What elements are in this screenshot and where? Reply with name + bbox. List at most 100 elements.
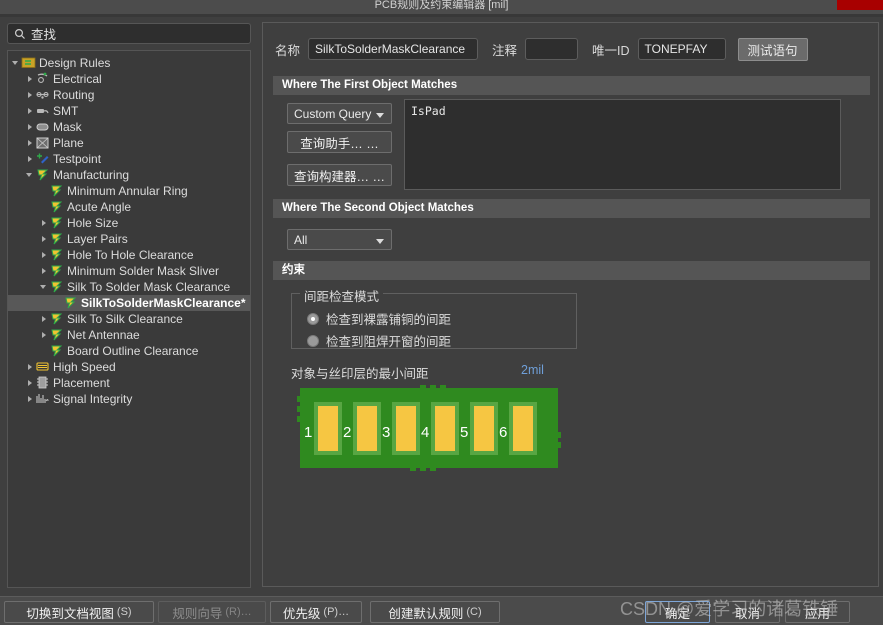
chevron-right-icon[interactable]: [26, 151, 35, 167]
tree-item[interactable]: Design Rules: [8, 55, 250, 71]
tree-item[interactable]: Manufacturing: [8, 167, 250, 183]
signal-integrity-icon: [35, 391, 50, 407]
chevron-right-icon[interactable]: [40, 215, 49, 231]
name-field[interactable]: SilkToSolderMaskClearance: [308, 38, 478, 60]
rule-identity-row: 名称 SilkToSolderMaskClearance 注释 唯一ID TON…: [275, 37, 869, 61]
radio-check-bare-copper-label: 检查到裸露铺铜的间距: [326, 309, 451, 328]
min-clearance-value[interactable]: 2mil: [521, 363, 544, 377]
tree-item[interactable]: Layer Pairs: [8, 231, 250, 247]
electrical-icon: [35, 71, 50, 87]
search-input[interactable]: 查找: [7, 23, 251, 44]
chevron-right-icon[interactable]: [40, 327, 49, 343]
chevron-right-icon[interactable]: [26, 119, 35, 135]
close-icon[interactable]: [837, 0, 883, 10]
tree-spacer: [40, 183, 49, 199]
tree-item[interactable]: Acute Angle: [8, 199, 250, 215]
tree-item[interactable]: Minimum Annular Ring: [8, 183, 250, 199]
footer-button[interactable]: 优先级(P)…: [270, 601, 362, 623]
chevron-right-icon[interactable]: [26, 71, 35, 87]
pcb-pad-label: 6: [499, 424, 507, 441]
design-rules-tree[interactable]: Design RulesElectricalRoutingSMTMaskPlan…: [7, 50, 251, 588]
tree-item[interactable]: SilkToSolderMaskClearance*: [8, 295, 250, 311]
tree-item[interactable]: Silk To Silk Clearance: [8, 311, 250, 327]
first-object-scope-dropdown[interactable]: Custom Query: [287, 103, 392, 124]
tree-item-label: Minimum Annular Ring: [67, 183, 188, 199]
constraints-header: 约束: [273, 261, 870, 280]
tree-item[interactable]: Net Antennae: [8, 327, 250, 343]
tree-item[interactable]: Signal Integrity: [8, 391, 250, 407]
chevron-right-icon[interactable]: [26, 103, 35, 119]
rule-icon: [49, 327, 64, 343]
tree-item[interactable]: Placement: [8, 375, 250, 391]
pcb-rules-editor-window: PCB规则及约束编辑器 [mil] 查找 Design RulesElectri…: [0, 0, 883, 625]
tree-item[interactable]: SMT: [8, 103, 250, 119]
rules-tree-pane: 查找 Design RulesElectricalRoutingSMTMaskP…: [0, 17, 258, 595]
tree-item[interactable]: Testpoint: [8, 151, 250, 167]
tree-item[interactable]: Routing: [8, 87, 250, 103]
tree-item-label: SMT: [53, 103, 78, 119]
pcb-edge-notch: [297, 396, 303, 402]
pcb-edge-notch: [410, 465, 416, 471]
dialog-button[interactable]: 取消: [715, 601, 780, 623]
chevron-down-icon[interactable]: [12, 55, 21, 71]
tree-item-label: Testpoint: [53, 151, 101, 167]
tree-item-label: Design Rules: [39, 55, 110, 71]
name-label: 名称: [275, 40, 300, 59]
tree-item-label: Acute Angle: [67, 199, 131, 215]
test-query-button[interactable]: 测试语句: [738, 38, 808, 61]
unique-id-field[interactable]: TONEPFAY: [638, 38, 726, 60]
chevron-right-icon[interactable]: [26, 375, 35, 391]
footer-button[interactable]: 切换到文档视图(S): [4, 601, 154, 623]
plane-icon: [35, 135, 50, 151]
chevron-right-icon[interactable]: [26, 391, 35, 407]
window-title: PCB规则及约束编辑器 [mil]: [0, 0, 883, 12]
chevron-right-icon[interactable]: [40, 311, 49, 327]
tree-item[interactable]: Board Outline Clearance: [8, 343, 250, 359]
radio-indicator-on: [307, 313, 319, 325]
footer-button-mnemonic: (P)…: [323, 606, 349, 618]
footer-button: 规则向导(R)…: [158, 601, 266, 623]
tree-item[interactable]: Electrical: [8, 71, 250, 87]
search-input-value: 查找: [31, 24, 56, 43]
footer-button-label: 创建默认规则: [388, 603, 463, 622]
pcb-pad: [435, 406, 455, 451]
chevron-down-icon[interactable]: [26, 167, 35, 183]
footer-button-mnemonic: (C): [466, 606, 481, 618]
tree-item[interactable]: Silk To Solder Mask Clearance: [8, 279, 250, 295]
rule-icon: [49, 343, 64, 359]
chevron-right-icon[interactable]: [40, 247, 49, 263]
tree-item[interactable]: Mask: [8, 119, 250, 135]
tree-item[interactable]: High Speed: [8, 359, 250, 375]
radio-check-bare-copper[interactable]: 检查到裸露铺铜的间距: [307, 309, 451, 328]
chevron-right-icon[interactable]: [40, 263, 49, 279]
pcb-pad: [357, 406, 377, 451]
dialog-button[interactable]: 确定: [645, 601, 710, 623]
first-object-scope-value: Custom Query: [294, 107, 371, 121]
tree-item[interactable]: Hole Size: [8, 215, 250, 231]
chevron-right-icon[interactable]: [26, 359, 35, 375]
first-object-query-textarea[interactable]: IsPad: [404, 99, 841, 190]
pcb-pad-label: 5: [460, 424, 468, 441]
footer-button[interactable]: 创建默认规则(C): [370, 601, 500, 623]
second-object-scope-dropdown[interactable]: All: [287, 229, 392, 250]
chevron-right-icon[interactable]: [26, 87, 35, 103]
placement-icon: [35, 375, 50, 391]
comment-field[interactable]: [525, 38, 578, 60]
query-helper-button[interactable]: 查询助手… …: [287, 131, 392, 153]
query-builder-button[interactable]: 查询构建器… …: [287, 164, 392, 186]
chevron-down-icon[interactable]: [40, 279, 49, 295]
footer-button-label: 规则向导: [172, 603, 222, 622]
chevron-right-icon[interactable]: [26, 135, 35, 151]
radio-check-mask-opening[interactable]: 检查到阻焊开窗的间距: [307, 331, 451, 350]
chevron-right-icon[interactable]: [40, 231, 49, 247]
tree-item[interactable]: Plane: [8, 135, 250, 151]
tree-spacer: [40, 199, 49, 215]
design-rules-icon: [21, 55, 36, 71]
pcb-pad: [474, 406, 494, 451]
dialog-button[interactable]: 应用: [785, 601, 850, 623]
unique-id-label: 唯一ID: [592, 40, 630, 59]
tree-item[interactable]: Minimum Solder Mask Sliver: [8, 263, 250, 279]
tree-item[interactable]: Hole To Hole Clearance: [8, 247, 250, 263]
tree-item-label: High Speed: [53, 359, 116, 375]
pcb-pad: [513, 406, 533, 451]
